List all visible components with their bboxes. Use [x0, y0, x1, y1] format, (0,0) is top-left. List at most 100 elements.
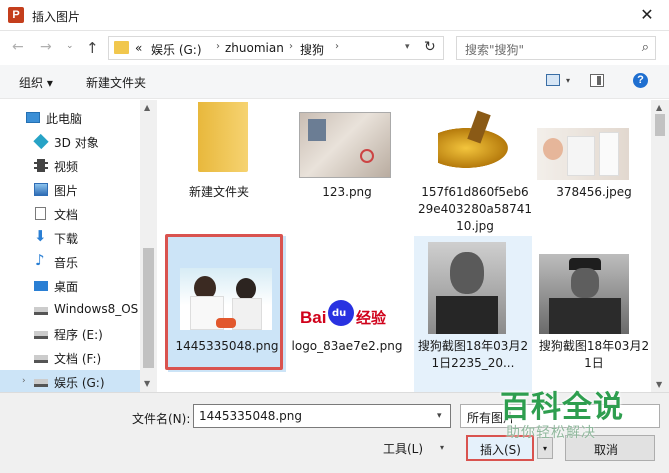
- close-button[interactable]: ✕: [625, 0, 669, 31]
- drive-icon: [34, 379, 48, 387]
- sidebar-item-label: 视频: [54, 160, 79, 174]
- scroll-down-icon[interactable]: ▼: [144, 379, 150, 388]
- sidebar-item-label: 文档: [54, 208, 79, 222]
- sidebar-item-music[interactable]: ♪ 音乐: [0, 250, 140, 274]
- file-item-new-folder[interactable]: 新建文件夹: [160, 100, 278, 220]
- title-bar: P 插入图片 ✕: [0, 0, 669, 31]
- address-dropdown-icon[interactable]: ▾: [405, 42, 410, 52]
- file-list-scroll-thumb[interactable]: [655, 114, 665, 136]
- sidebar-item-label: 图片: [54, 184, 79, 198]
- sidebar-item-label: 此电脑: [46, 112, 83, 126]
- back-arrow-icon[interactable]: ←: [12, 39, 24, 55]
- music-note-icon: ♪: [35, 251, 45, 269]
- cube-icon: [33, 133, 49, 150]
- change-view-icon[interactable]: [546, 74, 560, 86]
- sidebar-item-this-pc[interactable]: 此电脑: [0, 106, 140, 130]
- address-bar[interactable]: « 娱乐 (G:) › zhuomian › 搜狗 ›: [108, 36, 444, 60]
- powerpoint-app-icon: P: [8, 7, 24, 23]
- sidebar-item-drive-f[interactable]: 文档 (F:): [0, 346, 140, 370]
- sidebar-item-label: 下载: [54, 232, 79, 246]
- folder-icon: [198, 102, 248, 172]
- file-item-123-png[interactable]: 123.png: [288, 100, 406, 220]
- preview-pane-icon[interactable]: [590, 74, 604, 87]
- refresh-icon[interactable]: ↻: [424, 39, 436, 55]
- gold-coins-thumbnail: [422, 108, 522, 180]
- sidebar-item-windows8-os[interactable]: Windows8_OS: [0, 298, 140, 322]
- sidebar-item-drive-e[interactable]: 程序 (E:): [0, 322, 140, 346]
- organize-menu[interactable]: 组织 ▾: [19, 74, 53, 91]
- file-name: 378456.jpeg: [556, 185, 632, 199]
- baidu-logo-du: du: [332, 308, 347, 319]
- file-name: 搜狗截图18年03月21日2235_20...: [417, 339, 529, 370]
- sidebar-item-videos[interactable]: 视频: [0, 154, 140, 178]
- filename-dropdown-icon[interactable]: ▾: [437, 411, 442, 421]
- watermark-subtitle: 助你轻松解决: [506, 425, 596, 441]
- file-name: 157f61d860f5eb629e403280a5874110.jpg: [418, 185, 532, 233]
- recent-locations-chevron-icon[interactable]: ⌄: [66, 41, 74, 51]
- sidebar-item-label: 文档 (F:): [54, 352, 102, 366]
- search-box[interactable]: 搜索"搜狗" ⌕: [456, 36, 656, 60]
- breadcrumb-overflow[interactable]: «: [135, 41, 142, 55]
- drive-icon: [34, 331, 48, 339]
- breadcrumb-drive[interactable]: 娱乐 (G:): [151, 41, 202, 58]
- file-name: logo_83ae7e2.png: [291, 339, 403, 353]
- portrait-photo-thumbnail: [428, 242, 506, 334]
- tools-menu[interactable]: 工具(L): [383, 440, 423, 457]
- new-folder-button[interactable]: 新建文件夹: [86, 74, 146, 91]
- filename-input[interactable]: 1445335048.png: [193, 404, 451, 428]
- scroll-up-icon[interactable]: ▲: [144, 103, 150, 112]
- filename-value: 1445335048.png: [199, 409, 303, 423]
- expand-chevron-icon[interactable]: ›: [22, 376, 26, 386]
- sidebar-item-3d-objects[interactable]: 3D 对象: [0, 130, 140, 154]
- baidu-jingyan-text: 经验: [356, 309, 387, 327]
- file-item-157f61-jpg[interactable]: 157f61d860f5eb629e403280a5874110.jpg: [416, 100, 534, 240]
- scroll-down-icon[interactable]: ▼: [656, 380, 662, 389]
- file-list-scrollbar[interactable]: ▲ ▼: [651, 100, 669, 392]
- navigation-bar: ← → ⌄ ↑ « 娱乐 (G:) › zhuomian › 搜狗 › ▾ ↻ …: [0, 31, 669, 65]
- sidebar-item-desktop[interactable]: 桌面: [0, 274, 140, 298]
- sidebar-scrollbar[interactable]: ▲ ▼: [140, 100, 157, 392]
- doctor-photo-thumbnail: [537, 128, 629, 180]
- file-name: 搜狗截图18年03月21日: [538, 339, 650, 370]
- sidebar-item-label: Windows8_OS: [54, 302, 139, 316]
- selection-highlight-box: [165, 234, 283, 370]
- breadcrumb-separator-icon[interactable]: ›: [335, 41, 339, 52]
- up-arrow-icon[interactable]: ↑: [86, 39, 99, 57]
- file-item-screenshot-1[interactable]: 搜狗截图18年03月21日2235_20...: [414, 236, 532, 392]
- baidu-logo-thumbnail: Bai du 经验: [298, 298, 394, 334]
- folder-icon: [114, 41, 129, 54]
- sidebar-item-label: 桌面: [54, 280, 79, 294]
- view-dropdown-icon[interactable]: ▾: [566, 76, 570, 85]
- help-icon[interactable]: ?: [633, 73, 648, 88]
- drive-icon: [34, 307, 48, 315]
- command-toolbar: 组织 ▾ 新建文件夹 ▾ ?: [0, 65, 669, 99]
- breadcrumb-zhuomian[interactable]: zhuomian: [225, 41, 284, 55]
- breadcrumb-separator-icon[interactable]: ›: [289, 41, 293, 52]
- navigation-pane: 此电脑 3D 对象 视频 图片 文档 ⬇ 下载 ♪ 音乐 桌面 Windows8…: [0, 100, 158, 394]
- file-item-logo-83ae7e2-png[interactable]: Bai du 经验 logo_83ae7e2.png: [288, 236, 406, 356]
- forward-arrow-icon[interactable]: →: [40, 39, 52, 55]
- breadcrumb-separator-icon[interactable]: ›: [216, 41, 220, 52]
- sidebar-item-label: 程序 (E:): [54, 328, 103, 342]
- picture-icon: [34, 183, 48, 196]
- drive-icon: [34, 355, 48, 363]
- portrait-photo-thumbnail: [539, 254, 629, 334]
- file-item-378456-jpeg[interactable]: 378456.jpeg: [535, 100, 651, 220]
- sidebar-item-pictures[interactable]: 图片: [0, 178, 140, 202]
- watermark: 百科全说 助你轻松解决: [478, 382, 648, 444]
- sidebar-item-label: 娱乐 (G:): [54, 376, 105, 390]
- baidu-logo-text: Bai: [300, 308, 327, 327]
- certificate-thumbnail: [299, 112, 391, 178]
- scroll-up-icon[interactable]: ▲: [656, 103, 662, 112]
- sidebar-item-drive-g[interactable]: › 娱乐 (G:): [0, 370, 140, 394]
- file-item-screenshot-2[interactable]: 搜狗截图18年03月21日: [535, 236, 651, 376]
- file-name: 新建文件夹: [188, 185, 249, 199]
- breadcrumb-sougou[interactable]: 搜狗: [300, 41, 324, 58]
- tools-dropdown-icon[interactable]: ▾: [440, 443, 444, 452]
- computer-icon: [26, 112, 40, 123]
- sidebar-scroll-thumb[interactable]: [143, 248, 154, 368]
- sidebar-item-downloads[interactable]: ⬇ 下载: [0, 226, 140, 250]
- sidebar-item-documents[interactable]: 文档: [0, 202, 140, 226]
- search-icon[interactable]: ⌕: [642, 40, 649, 55]
- watermark-title: 百科全说: [500, 390, 624, 425]
